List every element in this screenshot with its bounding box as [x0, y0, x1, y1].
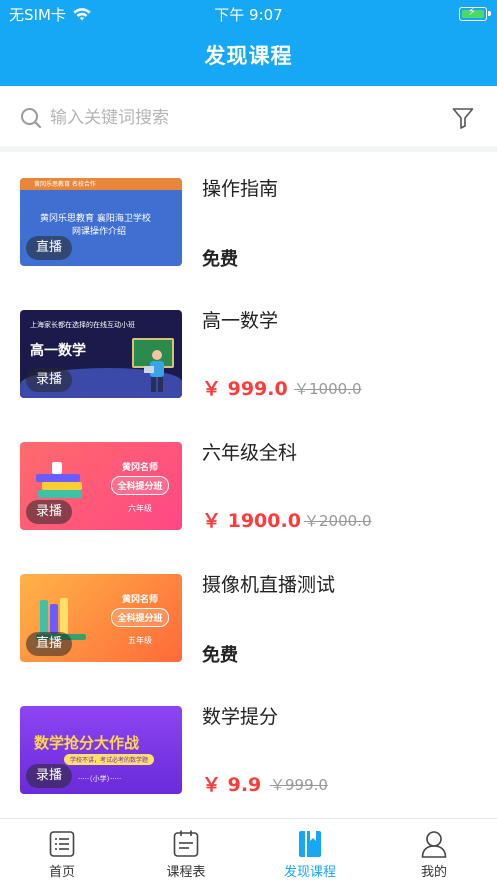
thumbnail-text: 上海家长都在选择的在线互动小班 [30, 321, 135, 329]
course-price: ￥ 1900.0 [202, 510, 301, 532]
tab-bar: 首页 课程表 发现课程 我的 [0, 818, 497, 883]
tab-label: 首页 [48, 865, 75, 880]
thumbnail-badge: 黄冈名师 全科提分班 六年级 [108, 460, 172, 514]
profile-icon [421, 831, 447, 858]
home-list-icon [49, 831, 75, 857]
recorded-tag: 录播 [26, 764, 73, 788]
thumbnail-text: 高一数学 [30, 343, 86, 359]
thumbnail-text: 网课操作介绍 [72, 227, 127, 237]
course-price: ￥ 9.9 [202, 774, 262, 796]
course-list: 黄冈乐思教育 名校合作 黄冈乐思教育 襄阳海卫学校 网课操作介绍 直播 操作指南… [0, 158, 497, 818]
free-label: 免费 [202, 645, 238, 666]
tab-label: 发现课程 [283, 865, 336, 880]
course-title: 摄像机直播测试 [202, 574, 336, 596]
page-title: 发现课程 [204, 44, 293, 68]
course-thumbnail[interactable]: 黄冈名师 全科提分班 五年级 直播 [20, 574, 182, 662]
course-title: 六年级全科 [202, 442, 298, 464]
search-icon [21, 108, 42, 129]
original-price: ￥999.0 [270, 776, 328, 794]
course-title: 数学提分 [202, 706, 279, 728]
tab-home[interactable]: 首页 [0, 819, 124, 883]
thumbnail-text: 数学抢分大作战 [34, 734, 140, 752]
recorded-tag: 录播 [26, 500, 73, 524]
status-time: 下午 9:07 [214, 6, 283, 24]
recorded-tag: 录播 [26, 368, 73, 392]
tab-label: 我的 [420, 865, 447, 880]
live-tag: 直播 [26, 236, 73, 260]
original-price: ￥1000.0 [294, 380, 362, 398]
course-item[interactable]: 数学抢分大作战 学校不讲，考试必考的数学题 ·····（小学）····· 录播 … [0, 686, 497, 818]
tab-discover[interactable]: 发现课程 [248, 819, 372, 883]
schedule-icon [173, 830, 199, 857]
course-price: ￥ 999.0 [202, 378, 288, 400]
thumbnail-badge: 黄冈名师 全科提分班 五年级 [108, 592, 172, 646]
discover-book-icon [299, 831, 321, 857]
filter-icon[interactable] [451, 106, 475, 130]
search-input[interactable] [50, 104, 410, 132]
search-bar [0, 86, 497, 152]
course-title: 高一数学 [202, 310, 279, 332]
course-thumbnail[interactable]: 上海家长都在选择的在线互动小班 高一数学 录播 [20, 310, 182, 398]
course-item[interactable]: 黄冈名师 全科提分班 五年级 直播 摄像机直播测试 免费 [0, 554, 497, 686]
course-item[interactable]: 上海家长都在选择的在线互动小班 高一数学 录播 高一数学 ￥ 999.0 ￥10… [0, 290, 497, 422]
course-item[interactable]: 黄冈名师 全科提分班 六年级 录播 六年级全科 ￥ 1900.0 ￥2000.0 [0, 422, 497, 554]
live-tag: 直播 [26, 632, 73, 656]
course-thumbnail[interactable]: 黄冈名师 全科提分班 六年级 录播 [20, 442, 182, 530]
course-item[interactable]: 黄冈乐思教育 名校合作 黄冈乐思教育 襄阳海卫学校 网课操作介绍 直播 操作指南… [0, 158, 497, 290]
battery-icon: ⚡ [459, 5, 491, 21]
thumbnail-text: 学校不讲，考试必考的数学题 [64, 754, 155, 765]
teacher-illustration [144, 350, 164, 392]
course-thumbnail[interactable]: 黄冈乐思教育 名校合作 黄冈乐思教育 襄阳海卫学校 网课操作介绍 直播 [20, 178, 182, 266]
tab-profile[interactable]: 我的 [372, 819, 496, 883]
thumbnail-band: 黄冈乐思教育 名校合作 [20, 178, 182, 190]
status-bar: 无SIM卡 下午 9:07 ⚡ [0, 0, 497, 28]
tab-label: 课程表 [166, 865, 206, 880]
original-price: ￥2000.0 [304, 512, 372, 530]
thumbnail-text: 黄冈乐思教育 襄阳海卫学校 [40, 214, 151, 224]
top-bar: 无SIM卡 下午 9:07 ⚡ 发现课程 [0, 0, 497, 86]
thumbnail-text: ·····（小学）····· [78, 775, 122, 783]
course-title: 操作指南 [202, 178, 279, 200]
course-thumbnail[interactable]: 数学抢分大作战 学校不讲，考试必考的数学题 ·····（小学）····· 录播 [20, 706, 182, 794]
free-label: 免费 [202, 249, 238, 270]
tab-schedule[interactable]: 课程表 [124, 819, 248, 883]
